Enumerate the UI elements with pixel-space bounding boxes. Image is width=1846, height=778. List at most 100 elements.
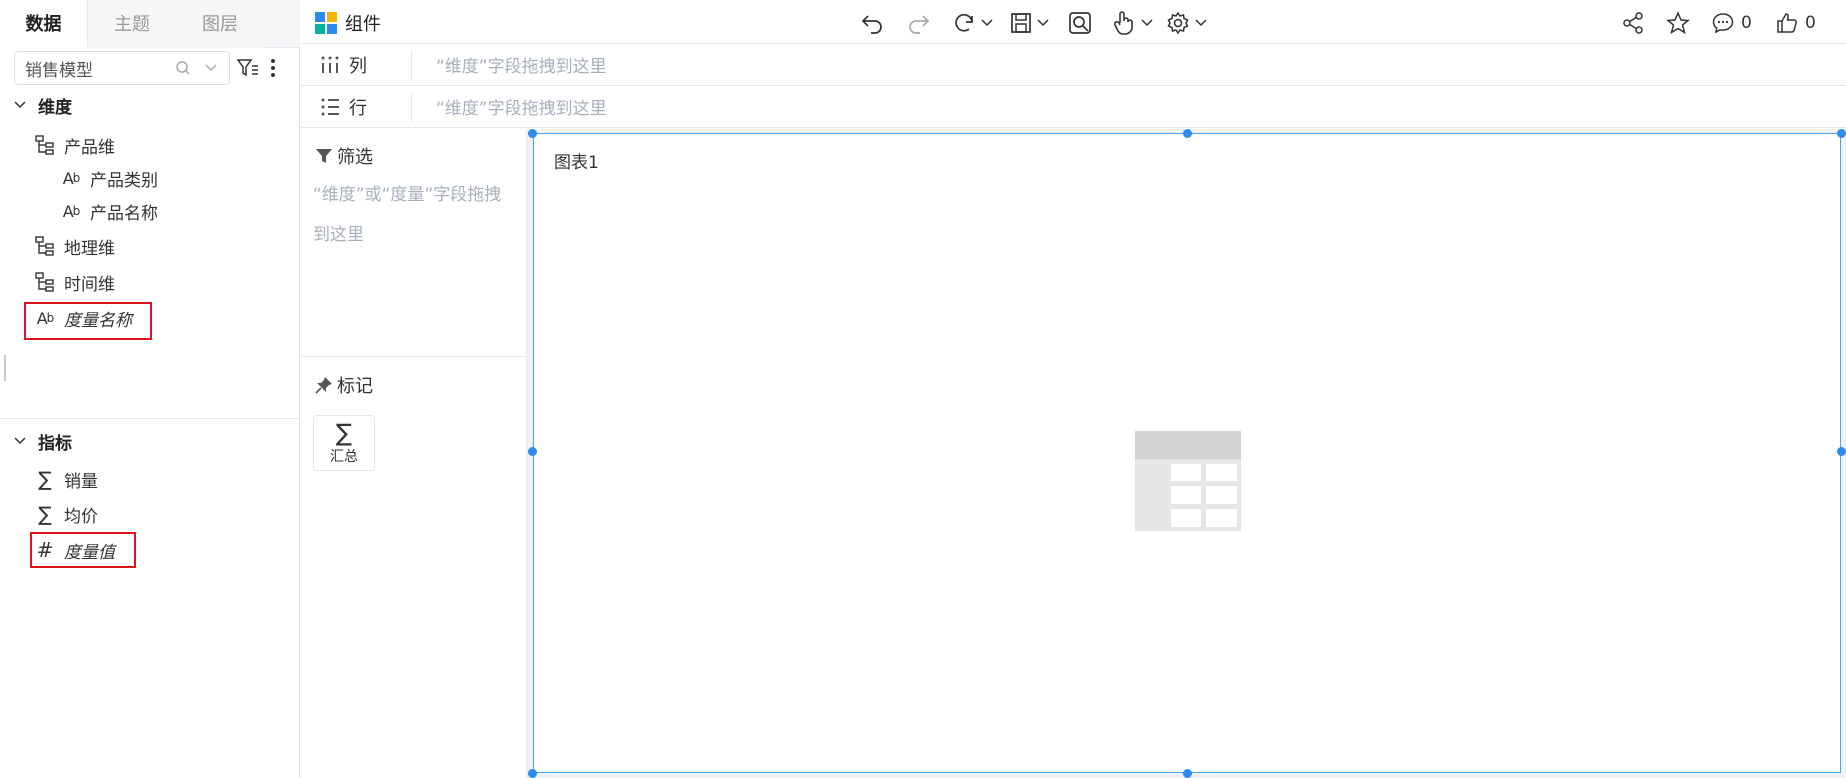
dimension-item-label: 产品维 bbox=[64, 137, 115, 158]
tabs-filler bbox=[264, 0, 300, 47]
columns-shelf-label: 列 bbox=[349, 55, 367, 77]
interaction-button[interactable] bbox=[1112, 10, 1154, 36]
columns-shelf[interactable]: 列 “维度”字段拖拽到这里 bbox=[301, 44, 1846, 86]
like-count: 0 bbox=[1805, 13, 1816, 33]
like-button[interactable]: 0 bbox=[1775, 10, 1816, 36]
hierarchy-icon bbox=[32, 234, 58, 258]
undo-button[interactable] bbox=[859, 10, 885, 36]
panel-resize-handle[interactable] bbox=[4, 355, 6, 381]
share-icon bbox=[1623, 12, 1643, 34]
columns-shelf-placeholder: “维度”字段拖拽到这里 bbox=[436, 57, 607, 77]
dimensions-heading-label: 维度 bbox=[38, 97, 72, 118]
share-button[interactable] bbox=[1621, 10, 1645, 36]
chevron-down-icon[interactable] bbox=[201, 58, 221, 78]
filter-heading: 筛选 bbox=[315, 143, 373, 169]
hierarchy-icon bbox=[32, 270, 58, 294]
refresh-icon bbox=[955, 13, 973, 32]
rows-shelf-label: 行 bbox=[349, 97, 367, 119]
summary-mark-label: 汇总 bbox=[330, 449, 358, 465]
text-field-icon: Ab bbox=[62, 168, 81, 188]
star-icon bbox=[1666, 11, 1690, 35]
highlight-box-measure-names bbox=[24, 302, 152, 340]
highlight-box-measure-values bbox=[30, 532, 136, 568]
chevron-down-icon bbox=[1037, 19, 1049, 27]
resize-handle-top[interactable] bbox=[1183, 129, 1192, 138]
dimension-item-label: 时间维 bbox=[64, 274, 115, 295]
dimension-item-label: 地理维 bbox=[64, 238, 115, 259]
measure-item-avg-price[interactable]: ∑ 均价 bbox=[32, 500, 98, 528]
more-vertical-icon[interactable] bbox=[264, 55, 282, 81]
component-logo-icon bbox=[315, 12, 337, 34]
redo-button[interactable] bbox=[906, 10, 932, 36]
marks-heading-label: 标记 bbox=[337, 376, 373, 397]
dimensions-heading[interactable]: 维度 bbox=[12, 93, 72, 118]
tab-theme[interactable]: 主题 bbox=[88, 0, 176, 48]
dimension-item-product[interactable]: 产品维 bbox=[32, 131, 115, 159]
favorite-button[interactable] bbox=[1666, 10, 1690, 36]
dimension-item-label: 产品类别 bbox=[90, 170, 158, 191]
sum-icon: ∑ bbox=[38, 502, 52, 526]
table-placeholder-icon bbox=[1135, 431, 1241, 531]
save-icon bbox=[1011, 13, 1031, 33]
chevron-down-icon bbox=[1195, 19, 1207, 27]
tab-layers[interactable]: 图层 bbox=[176, 0, 264, 48]
dimension-item-product-name[interactable]: Ab 产品名称 bbox=[58, 197, 158, 225]
chart-title: 图表1 bbox=[554, 153, 599, 173]
summary-mark-button[interactable]: ∑ 汇总 bbox=[313, 415, 375, 471]
dimension-item-time[interactable]: 时间维 bbox=[32, 268, 115, 296]
model-select[interactable]: 销售模型 bbox=[14, 51, 230, 85]
hierarchy-icon bbox=[32, 133, 58, 157]
undo-icon bbox=[861, 15, 882, 34]
resize-handle-bottom[interactable] bbox=[1183, 769, 1192, 778]
gear-icon bbox=[1167, 11, 1189, 35]
columns-icon bbox=[319, 54, 341, 76]
top-toolbar: 组件 0 0 bbox=[301, 0, 1846, 44]
dimension-item-product-category[interactable]: Ab 产品类别 bbox=[58, 164, 158, 192]
filter-heading-label: 筛选 bbox=[337, 147, 373, 168]
rows-shelf[interactable]: 行 “维度”字段拖拽到这里 bbox=[301, 86, 1846, 128]
text-field-icon: Ab bbox=[62, 201, 81, 221]
tab-data[interactable]: 数据 bbox=[0, 0, 88, 48]
refresh-button[interactable] bbox=[952, 10, 994, 36]
dimension-item-label: 产品名称 bbox=[90, 203, 158, 224]
preview-button[interactable] bbox=[1068, 10, 1092, 36]
preview-icon bbox=[1069, 12, 1091, 34]
hand-pointer-icon bbox=[1113, 11, 1133, 35]
data-panel: 数据 主题 图层 销售模型 维度 产品维 Ab 产品类别 Ab 产品名称 地理维… bbox=[0, 0, 300, 778]
resize-handle-top-right[interactable] bbox=[1837, 129, 1846, 138]
measures-heading-label: 指标 bbox=[38, 433, 72, 454]
sum-icon: ∑ bbox=[335, 419, 353, 447]
redo-icon bbox=[909, 15, 930, 34]
model-select-value: 销售模型 bbox=[25, 60, 93, 81]
chart-component[interactable]: 图表1 bbox=[533, 133, 1841, 773]
resize-handle-left[interactable] bbox=[528, 447, 537, 456]
resize-handle-right[interactable] bbox=[1837, 447, 1846, 456]
left-tabs: 数据 主题 图层 bbox=[0, 0, 300, 48]
rows-shelf-placeholder: “维度”字段拖拽到这里 bbox=[436, 99, 607, 119]
pin-icon bbox=[315, 376, 333, 394]
chevron-down-icon bbox=[981, 19, 993, 27]
measure-item-label: 销量 bbox=[64, 471, 98, 492]
filter-marks-column: 筛选 “维度”或“度量”字段拖拽到这里 标记 ∑ 汇总 bbox=[301, 129, 527, 778]
chevron-down-icon bbox=[12, 433, 28, 449]
save-button[interactable] bbox=[1010, 10, 1050, 36]
chevron-down-icon bbox=[1141, 19, 1153, 27]
component-title[interactable]: 组件 bbox=[315, 10, 381, 36]
section-divider bbox=[301, 356, 526, 357]
dimension-item-geography[interactable]: 地理维 bbox=[32, 232, 115, 260]
search-icon bbox=[173, 58, 193, 78]
field-filter-icon[interactable] bbox=[236, 55, 260, 81]
measure-item-label: 均价 bbox=[64, 506, 98, 527]
settings-button[interactable] bbox=[1166, 10, 1208, 36]
comment-icon bbox=[1712, 13, 1734, 34]
filter-icon bbox=[315, 147, 333, 165]
component-title-label: 组件 bbox=[345, 14, 381, 35]
measure-item-sales[interactable]: ∑ 销量 bbox=[32, 465, 98, 493]
comment-button[interactable]: 0 bbox=[1711, 10, 1752, 36]
filter-drop-zone[interactable]: “维度”或“度量”字段拖拽到这里 bbox=[313, 175, 513, 255]
measures-heading[interactable]: 指标 bbox=[12, 429, 72, 454]
resize-handle-top-left[interactable] bbox=[528, 129, 537, 138]
section-divider bbox=[0, 418, 300, 419]
resize-handle-bottom-left[interactable] bbox=[528, 769, 537, 778]
chevron-down-icon bbox=[12, 97, 28, 113]
